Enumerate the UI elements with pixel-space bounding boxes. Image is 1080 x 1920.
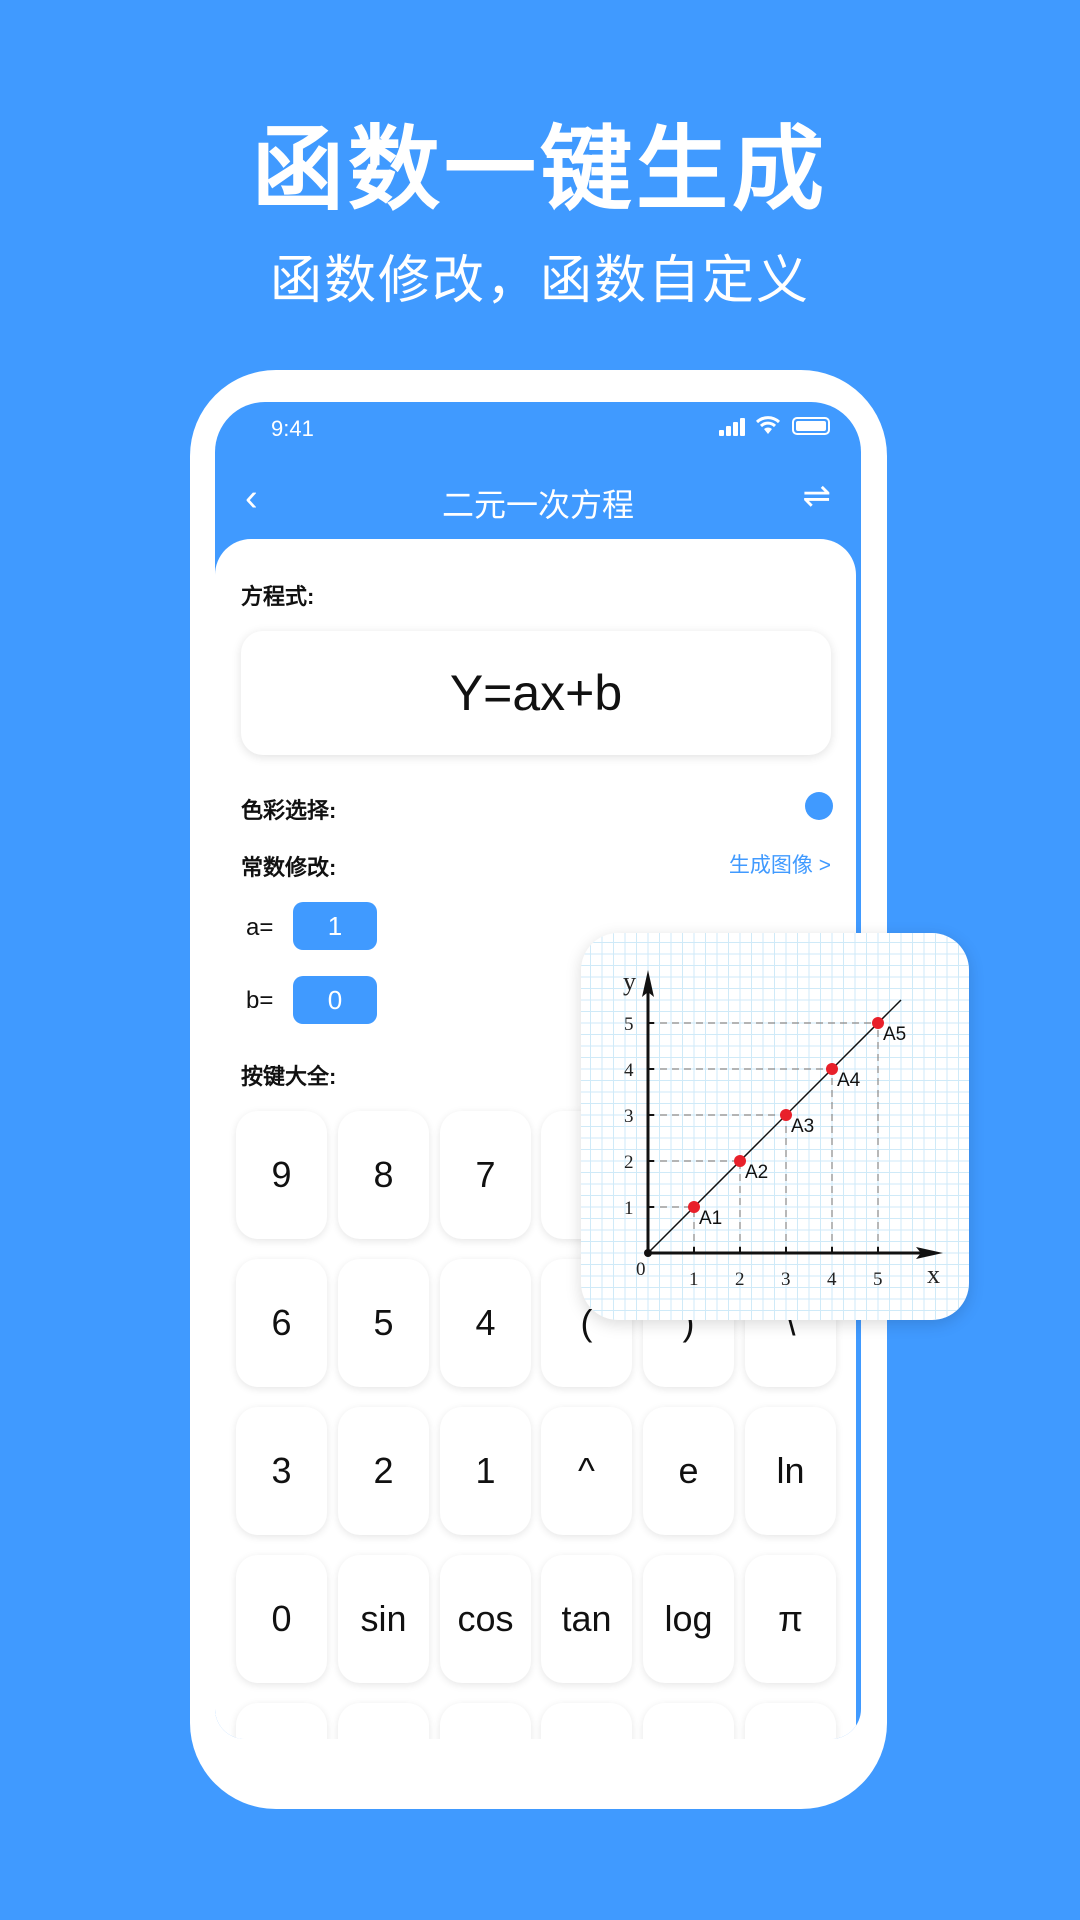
wifi-icon xyxy=(755,414,781,436)
key[interactable]: sin xyxy=(338,1555,429,1683)
generate-graph-link[interactable]: 生成图像 > xyxy=(729,849,831,879)
key[interactable] xyxy=(236,1703,327,1739)
x-tick-label: 5 xyxy=(873,1269,883,1290)
signal-icon xyxy=(719,418,747,436)
key[interactable]: π xyxy=(745,1555,836,1683)
x-tick-label: 4 xyxy=(827,1269,837,1290)
key[interactable]: log xyxy=(643,1555,734,1683)
b-label: b= xyxy=(246,987,274,1014)
key[interactable]: 2 xyxy=(338,1407,429,1535)
y-tick-label: 3 xyxy=(624,1106,634,1127)
point-label: A1 xyxy=(699,1208,722,1229)
function-graph: 0 x y 1 2 3 4 5 1 2 3 4 5 A1 A2 A3 A4 A5 xyxy=(581,933,969,1320)
key[interactable]: cos xyxy=(440,1555,531,1683)
y-tick-label: 4 xyxy=(624,1060,634,1081)
y-tick-label: 1 xyxy=(624,1198,634,1219)
status-time: 9:41 xyxy=(271,416,314,441)
keys-label: 按键大全: xyxy=(241,1064,337,1089)
y-tick-label: 5 xyxy=(624,1014,634,1035)
key[interactable]: tan xyxy=(541,1555,632,1683)
key[interactable]: 6 xyxy=(236,1259,327,1387)
key[interactable]: 3 xyxy=(236,1407,327,1535)
a-label: a= xyxy=(246,914,274,941)
hero-title: 函数一键生成 xyxy=(251,119,828,221)
key[interactable]: 1 xyxy=(440,1407,531,1535)
constants-label: 常数修改: xyxy=(241,855,337,880)
y-tick-label: 2 xyxy=(624,1152,634,1173)
key[interactable] xyxy=(541,1703,632,1739)
x-tick-label: 2 xyxy=(735,1269,745,1290)
x-tick-label: 1 xyxy=(689,1269,699,1290)
equation-label: 方程式: xyxy=(241,584,315,609)
key[interactable]: ^ xyxy=(541,1407,632,1535)
key[interactable]: 4 xyxy=(440,1259,531,1387)
key[interactable] xyxy=(338,1703,429,1739)
page-title: 二元一次方程 xyxy=(441,487,634,523)
battery-icon xyxy=(792,417,830,435)
color-label: 色彩选择: xyxy=(241,798,337,823)
key[interactable] xyxy=(745,1703,836,1739)
b-input[interactable]: 0 xyxy=(293,976,377,1024)
key[interactable]: ln xyxy=(745,1407,836,1535)
key[interactable]: e xyxy=(643,1407,734,1535)
key[interactable] xyxy=(440,1703,531,1739)
x-axis-label: x xyxy=(927,1260,940,1289)
key[interactable]: 7 xyxy=(440,1111,531,1239)
a-input[interactable]: 1 xyxy=(293,902,377,950)
key[interactable] xyxy=(643,1703,734,1739)
point-label: A3 xyxy=(791,1116,814,1137)
point-label: A5 xyxy=(883,1024,906,1045)
point-label: A2 xyxy=(745,1162,768,1183)
key[interactable]: 9 xyxy=(236,1111,327,1239)
origin-point xyxy=(644,1249,652,1257)
key[interactable]: 0 xyxy=(236,1555,327,1683)
hero-subtitle: 函数修改，函数自定义 xyxy=(269,252,810,310)
point-label: A4 xyxy=(837,1070,861,1091)
key[interactable]: 8 xyxy=(338,1111,429,1239)
y-axis-label: y xyxy=(623,967,636,996)
color-picker[interactable] xyxy=(805,792,833,820)
equation-display[interactable]: Y=ax+b xyxy=(241,631,831,755)
key[interactable]: 5 xyxy=(338,1259,429,1387)
origin-label: 0 xyxy=(636,1259,646,1280)
x-tick-label: 3 xyxy=(781,1269,791,1290)
graph-preview-card: 0 x y 1 2 3 4 5 1 2 3 4 5 A1 A2 A3 A4 A5 xyxy=(581,933,969,1320)
swap-icon[interactable]: ⇌ xyxy=(803,476,832,516)
